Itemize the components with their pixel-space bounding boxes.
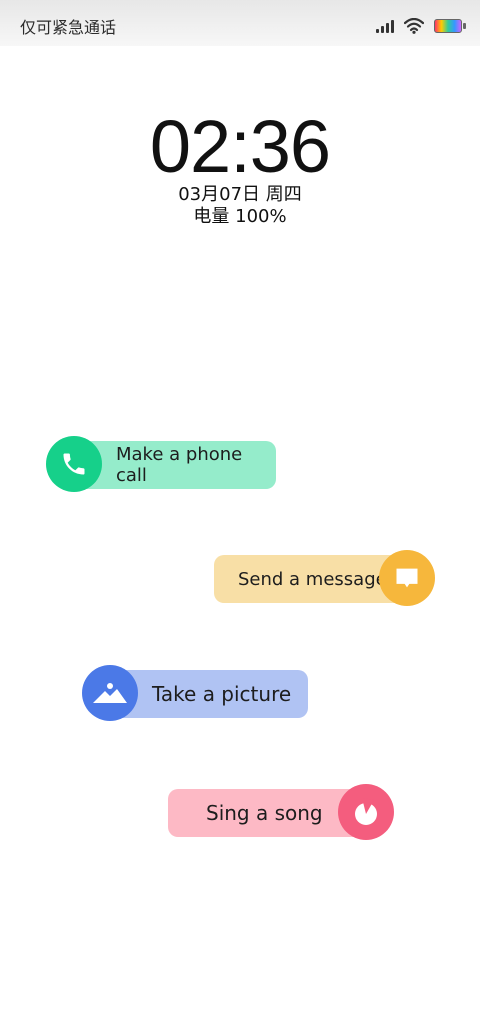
send-message-label: Send a message [238,568,387,590]
status-icons [376,16,466,36]
sing-song-button[interactable]: Sing a song [168,789,366,837]
message-icon[interactable] [379,550,435,606]
status-bar: 仅可紧急通话 [0,0,480,46]
take-picture-button[interactable]: Take a picture [112,670,308,718]
music-icon[interactable] [338,784,394,840]
make-phone-call-label: Make a phone call [116,444,243,486]
carrier-status-text: 仅可紧急通话 [20,18,117,37]
make-phone-call-button[interactable]: Make a phone call [74,441,276,489]
signal-icon [376,19,394,33]
image-icon[interactable] [82,665,138,721]
battery-icon [434,19,466,33]
take-picture-label: Take a picture [152,682,292,706]
battery-level-text: 电量 100% [193,206,287,227]
lock-clock: 02:36 [149,105,331,188]
sing-song-label: Sing a song [206,801,323,825]
wifi-icon [404,18,424,34]
phone-icon[interactable] [46,436,102,492]
